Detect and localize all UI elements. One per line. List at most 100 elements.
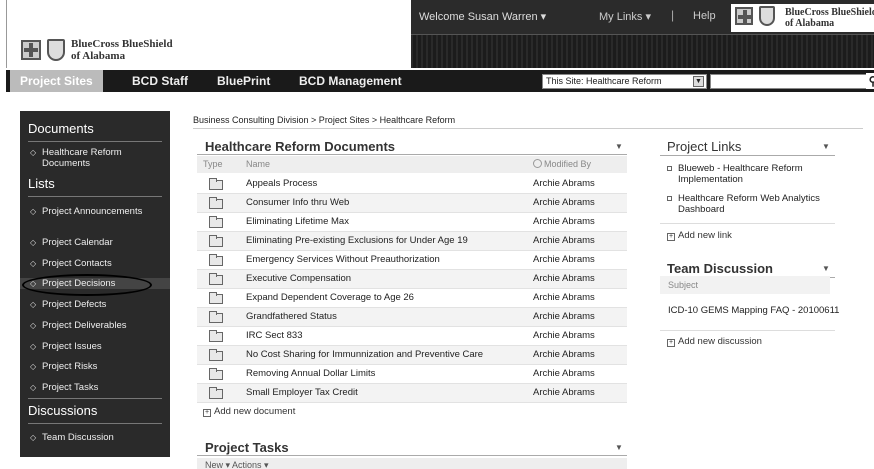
chevron-down-icon[interactable]: ▼ [615, 443, 623, 452]
doc-name[interactable]: Eliminating Lifetime Max [246, 213, 349, 231]
bullet-icon [667, 166, 672, 171]
add-new-discussion-link[interactable]: + Add new discussion [667, 336, 762, 347]
cross-logo-icon [21, 40, 41, 60]
doc-name[interactable]: Small Employer Tax Credit [246, 384, 358, 402]
help-link[interactable]: Help [693, 10, 716, 22]
col-type[interactable]: Type [203, 159, 223, 169]
table-row[interactable]: Emergency Services Without Preauthorizat… [197, 251, 627, 270]
nav-project-sites[interactable]: Project Sites [10, 70, 103, 92]
table-row[interactable]: Expand Dependent Coverage to Age 26 Arch… [197, 289, 627, 308]
search-scope-select[interactable]: This Site: Healthcare Reform ▼ [542, 74, 707, 89]
doc-name[interactable]: Executive Compensation [246, 270, 351, 288]
leftnav-item-label: Project Risks [42, 361, 98, 372]
col-subject[interactable]: Subject [660, 276, 830, 294]
top-logo-line1: BlueCross BlueShield [785, 7, 874, 18]
add-icon: + [667, 233, 675, 241]
breadcrumb[interactable]: Business Consulting Division > Project S… [193, 115, 455, 125]
divider [197, 154, 627, 155]
nav-bcd-staff[interactable]: BCD Staff [132, 70, 188, 92]
search-input[interactable] [710, 74, 868, 89]
logo-line2: of Alabama [71, 50, 126, 62]
doc-name[interactable]: Grandfathered Status [246, 308, 337, 326]
table-row[interactable]: Eliminating Pre-existing Exclusions for … [197, 232, 627, 251]
leftnav-item-tasks[interactable]: ◇ Project Tasks [20, 382, 170, 393]
doc-name[interactable]: Consumer Info thru Web [246, 194, 349, 212]
folder-icon [209, 311, 223, 323]
table-row[interactable]: No Cost Sharing for Immunnization and Pr… [197, 346, 627, 365]
table-row[interactable]: Appeals Process Archie Abrams [197, 175, 627, 194]
chevron-down-icon[interactable]: ▼ [822, 142, 830, 151]
table-row[interactable]: Consumer Info thru Web Archie Abrams [197, 194, 627, 213]
chevron-down-icon[interactable]: ▼ [822, 264, 830, 273]
top-logo[interactable]: BlueCross BlueShield of Alabama [731, 4, 874, 32]
nav-bcd-management[interactable]: BCD Management [299, 70, 402, 92]
divider [660, 330, 835, 331]
tasks-title[interactable]: Project Tasks [205, 440, 289, 455]
table-row[interactable]: Eliminating Lifetime Max Archie Abrams [197, 213, 627, 232]
leftnav-item-calendar[interactable]: ◇ Project Calendar [20, 237, 170, 248]
leftnav-item-risks[interactable]: ◇ Project Risks [20, 361, 170, 372]
table-row[interactable]: Removing Annual Dollar Limits Archie Abr… [197, 365, 627, 384]
table-row[interactable]: Grandfathered Status Archie Abrams [197, 308, 627, 327]
bcbs-logo[interactable]: BlueCross BlueShield of Alabama [21, 34, 191, 66]
doc-name[interactable]: IRC Sect 833 [246, 327, 303, 345]
header-banner: Welcome Susan Warren ▾ My Links ▾ | Help… [411, 0, 874, 68]
doc-name[interactable]: Removing Annual Dollar Limits [246, 365, 375, 383]
lists-heading[interactable]: Lists [20, 176, 170, 191]
leftnav-item-team-discussion[interactable]: ◇ Team Discussion [20, 432, 170, 443]
leftnav-item-healthcare-docs[interactable]: ◇ Healthcare Reform Documents [20, 147, 170, 169]
folder-icon [209, 197, 223, 209]
doc-name[interactable]: Eliminating Pre-existing Exclusions for … [246, 232, 468, 250]
bullet-icon [667, 196, 672, 201]
chevron-down-icon[interactable]: ▼ [615, 142, 623, 151]
doc-modified-by: Archie Abrams [533, 178, 595, 189]
utility-separator: | [671, 8, 675, 22]
folder-icon [209, 349, 223, 361]
highlight-ellipse [22, 274, 152, 296]
folder-icon [209, 292, 223, 304]
leftnav-item-defects[interactable]: ◇ Project Defects [20, 299, 170, 310]
diamond-icon: ◇ [30, 383, 37, 392]
doc-name[interactable]: No Cost Sharing for Immunnization and Pr… [246, 346, 483, 364]
table-header: Type Name Modified By [197, 156, 627, 173]
search-icon[interactable]: ⚲ [866, 73, 874, 89]
leftnav-item-issues[interactable]: ◇ Project Issues [20, 341, 170, 352]
my-links-menu[interactable]: My Links ▾ [599, 10, 651, 23]
nav-blueprint[interactable]: BluePrint [217, 70, 270, 92]
divider [28, 141, 162, 142]
discussions-heading[interactable]: Discussions [20, 403, 170, 418]
documents-heading[interactable]: Documents [20, 121, 170, 136]
documents-title[interactable]: Healthcare Reform Documents [205, 139, 395, 154]
leftnav-item-label: Project Contacts [42, 258, 112, 269]
chevron-down-icon[interactable]: ▼ [693, 76, 704, 87]
add-new-document-link[interactable]: + Add new document [203, 406, 295, 417]
leftnav-item-contacts[interactable]: ◇ Project Contacts [20, 258, 170, 269]
discussion-item[interactable]: ICD-10 GEMS Mapping FAQ - 20100611 [668, 305, 848, 316]
leftnav-item-deliverables[interactable]: ◇ Project Deliverables [20, 320, 170, 331]
project-link-label: Blueweb - Healthcare Reform Implementati… [678, 163, 803, 185]
tasks-toolbar[interactable]: New ▾ Actions ▾ [197, 458, 627, 469]
doc-name[interactable]: Expand Dependent Coverage to Age 26 [246, 289, 414, 307]
folder-icon [209, 235, 223, 247]
folder-icon [209, 254, 223, 266]
add-new-link[interactable]: + Add new link [667, 230, 732, 241]
team-discussion-title[interactable]: Team Discussion [667, 261, 773, 276]
col-modified-by[interactable]: Modified By [533, 159, 591, 169]
cross-logo-icon [735, 7, 753, 25]
leftnav-item-label: Project Deliverables [42, 320, 127, 331]
table-row[interactable]: Small Employer Tax Credit Archie Abrams [197, 384, 627, 403]
doc-name[interactable]: Appeals Process [246, 175, 317, 193]
top-nav: Project Sites BCD Staff BluePrint BCD Ma… [6, 70, 874, 92]
leftnav-item-announcements[interactable]: ◇ Project Announcements [20, 206, 170, 217]
table-row[interactable]: Executive Compensation Archie Abrams [197, 270, 627, 289]
project-link-item[interactable]: Blueweb - Healthcare Reform Implementati… [667, 163, 847, 185]
welcome-menu[interactable]: Welcome Susan Warren ▾ [419, 10, 546, 23]
doc-modified-by: Archie Abrams [533, 330, 595, 341]
project-links-title[interactable]: Project Links [667, 139, 741, 154]
leftnav-item-label: Team Discussion [42, 432, 114, 443]
add-icon: + [203, 409, 211, 417]
doc-name[interactable]: Emergency Services Without Preauthorizat… [246, 251, 440, 269]
table-row[interactable]: IRC Sect 833 Archie Abrams [197, 327, 627, 346]
col-name[interactable]: Name [246, 159, 270, 169]
project-link-item[interactable]: Healthcare Reform Web Analytics Dashboar… [667, 193, 847, 215]
